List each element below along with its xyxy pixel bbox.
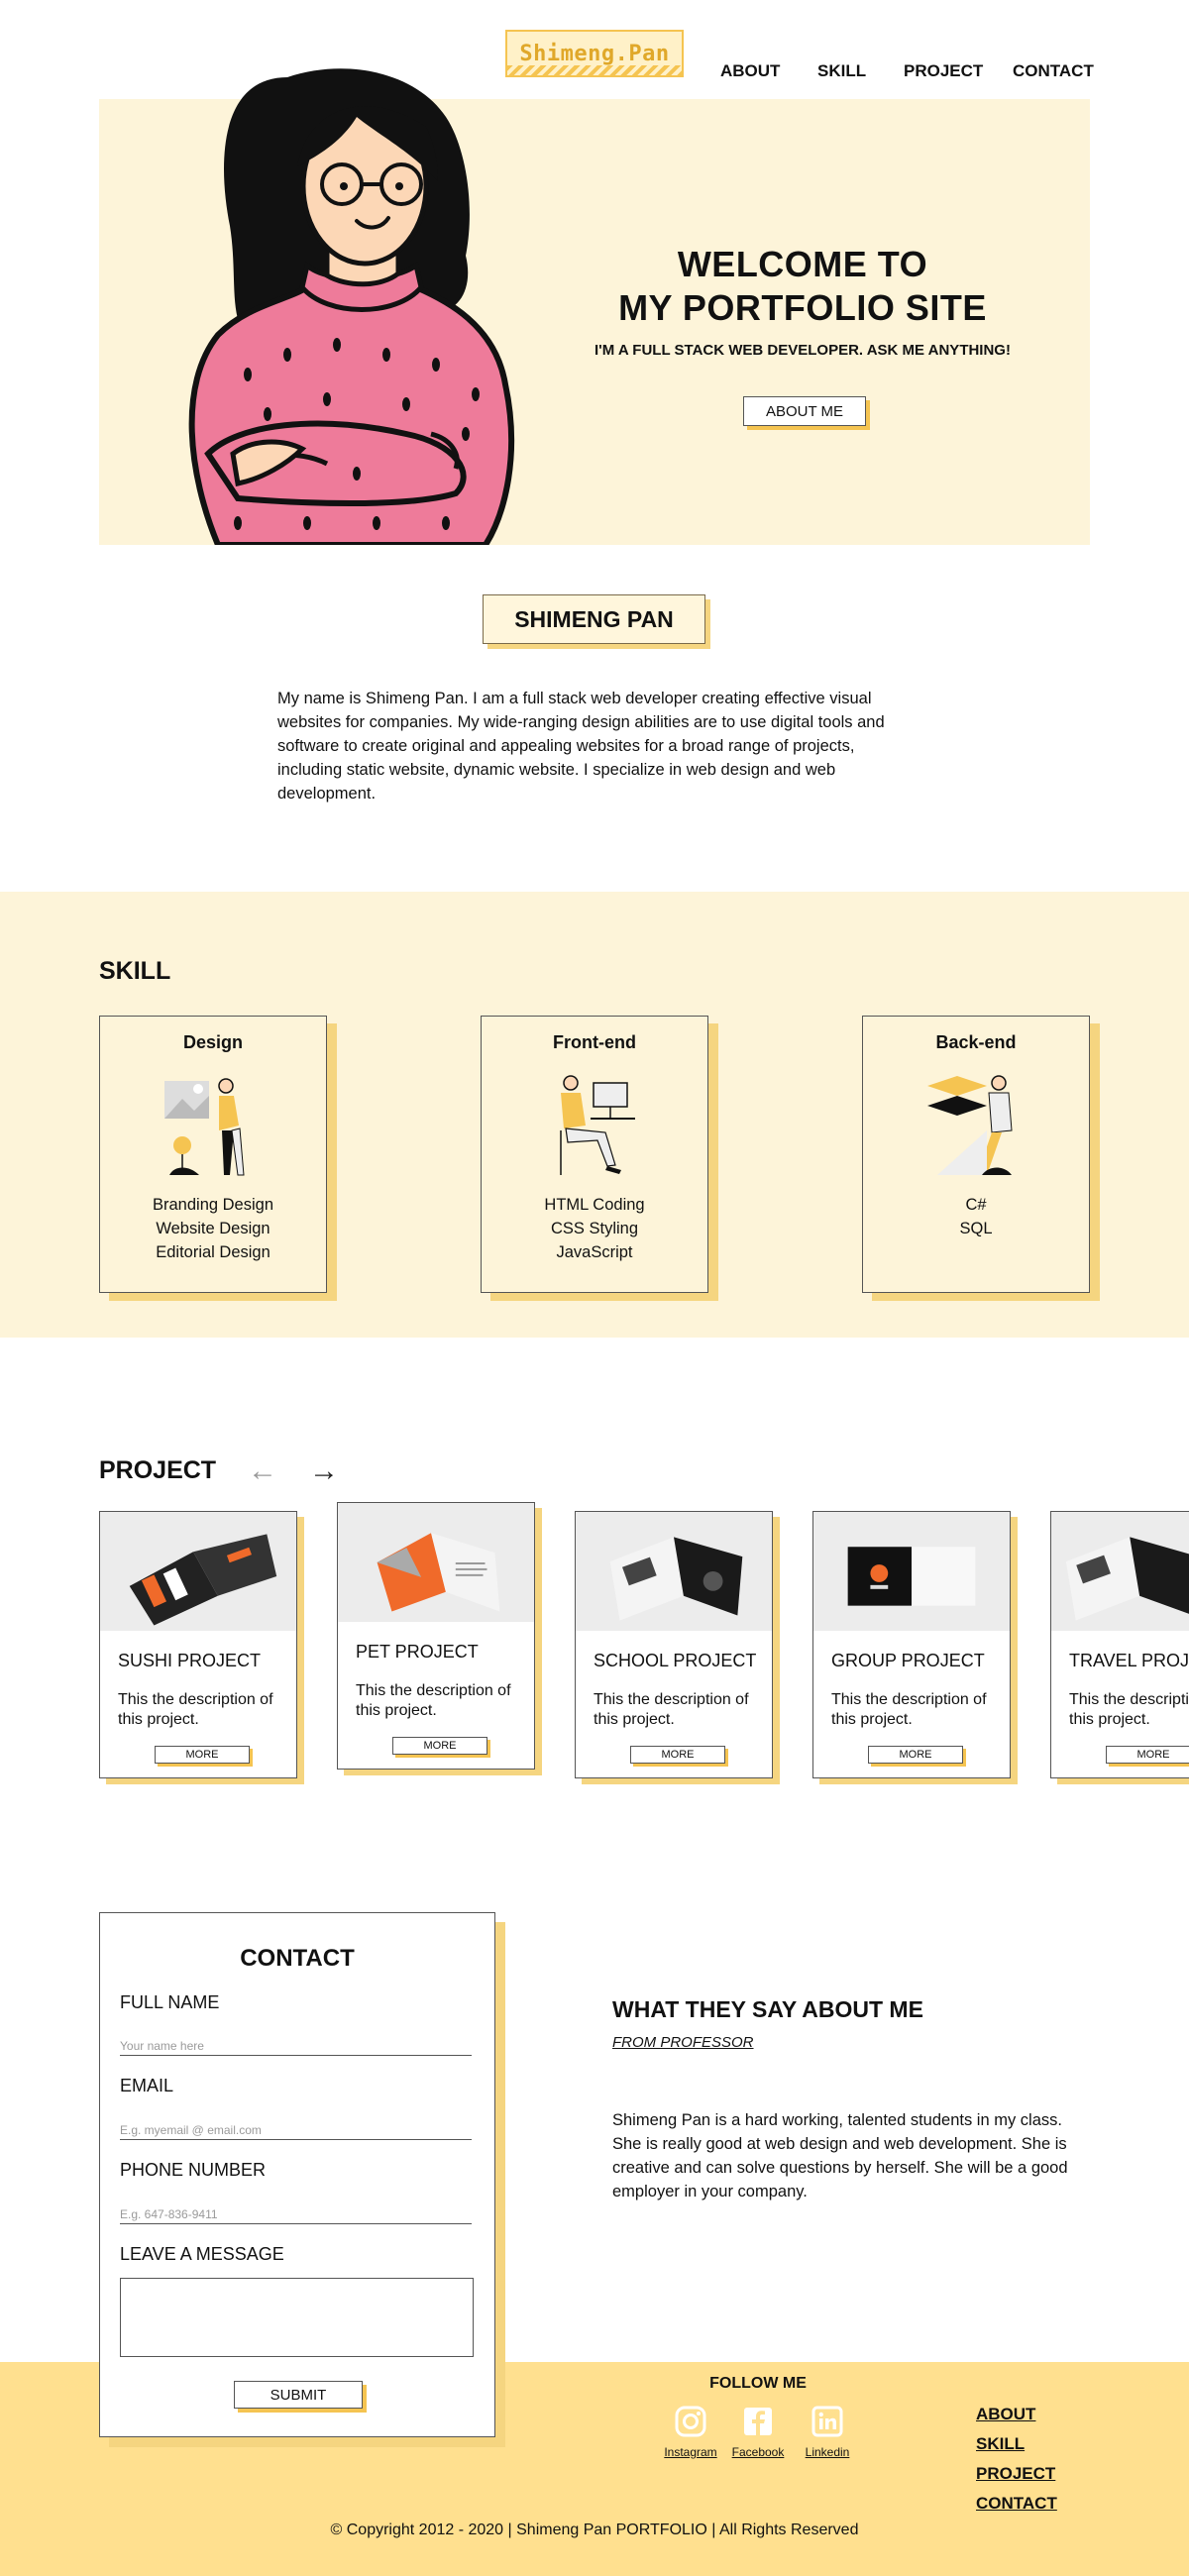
project-card-title: PET PROJECT [356, 1642, 479, 1662]
skill-item: Editorial Design [156, 1243, 270, 1261]
project-image [100, 1512, 296, 1631]
skill-item: CSS Styling [550, 1220, 639, 1237]
more-button[interactable]: MORE [630, 1746, 725, 1764]
more-button[interactable]: MORE [868, 1746, 963, 1764]
project-card-description: This the description of this project. [356, 1682, 511, 1719]
skill-items: HTML Coding CSS Styling JavaScript [482, 1193, 707, 1264]
follow-me-heading: FOLLOW ME [709, 2375, 807, 2392]
skill-card-design: Design Branding Design Website Design Ed… [99, 1016, 327, 1293]
hero-subtitle: I'M A FULL STACK WEB DEVELOPER. ASK ME A… [594, 342, 1011, 359]
social-instagram[interactable]: Instagram [656, 2405, 725, 2459]
project-card-group[interactable]: GROUP PROJECT This the description of th… [812, 1511, 1011, 1778]
skill-card-title: Back-end [935, 1032, 1017, 1052]
more-button[interactable]: MORE [392, 1737, 487, 1755]
skill-card-title: Design [182, 1032, 243, 1052]
skill-items: C# SQL [863, 1193, 1089, 1240]
footer-link-skill[interactable]: SKILL [976, 2434, 1025, 2454]
bio-paragraph: My name is Shimeng Pan. I am a full stac… [277, 690, 885, 803]
skill-card-frontend: Front-end HTML Coding CSS Styling JavaSc… [481, 1016, 708, 1293]
testimonial-title: WHAT THEY SAY ABOUT ME [612, 1996, 923, 2022]
testimonial-quote: Shimeng Pan is a hard working, talented … [612, 2111, 1068, 2200]
phone-label: PHONE NUMBER [120, 2160, 267, 2180]
social-label: Linkedin [805, 2445, 850, 2459]
name-heading: SHIMENG PAN [483, 594, 705, 644]
skill-title: SKILL [99, 957, 171, 985]
project-next-arrow-icon[interactable]: → [309, 1456, 339, 1486]
linkedin-icon [811, 2406, 843, 2437]
project-card-title: SUSHI PROJECT [118, 1651, 262, 1670]
message-field[interactable] [120, 2278, 474, 2357]
project-card-travel[interactable]: TRAVEL PROJECT This the description of t… [1050, 1511, 1189, 1778]
email-label: EMAIL [120, 2076, 174, 2095]
full-name-label: FULL NAME [120, 1992, 220, 2012]
project-card-description: This the description of this project. [594, 1691, 749, 1728]
project-card-title: SCHOOL PROJECT [594, 1651, 757, 1670]
more-button[interactable]: MORE [155, 1746, 250, 1764]
email-field[interactable] [120, 2114, 472, 2140]
footer-link-project[interactable]: PROJECT [976, 2464, 1055, 2484]
project-image [338, 1503, 534, 1622]
testimonial-source: FROM PROFESSOR [612, 2034, 754, 2051]
nav-project[interactable]: PROJECT [904, 61, 983, 81]
skill-item: JavaScript [556, 1243, 633, 1261]
project-image [1051, 1512, 1189, 1631]
design-illustration-icon [164, 1078, 245, 1176]
more-button[interactable]: MORE [1106, 1746, 1189, 1764]
skill-card-backend: Back-end C# SQL [862, 1016, 1090, 1293]
project-prev-arrow-icon[interactable]: ← [248, 1456, 277, 1486]
project-card-school[interactable]: SCHOOL PROJECT This the description of t… [575, 1511, 773, 1778]
instagram-icon [675, 2406, 706, 2437]
project-card-description: This the description of this project. [1069, 1691, 1189, 1728]
copyright-text: © Copyright 2012 - 2020 | Shimeng Pan PO… [330, 2522, 859, 2538]
frontend-illustration-icon [560, 1075, 635, 1175]
contact-form: CONTACT FULL NAME EMAIL PHONE NUMBER LEA… [99, 1912, 495, 2437]
about-me-button[interactable]: ABOUT ME [743, 396, 866, 426]
hero-title: WELCOME TO MY PORTFOLIO SITE [575, 243, 1030, 330]
skill-items: Branding Design Website Design Editorial… [100, 1193, 326, 1264]
hero-title-line-1: WELCOME TO [677, 244, 928, 284]
project-card-title: TRAVEL PROJECT [1069, 1651, 1189, 1670]
footer-link-about[interactable]: ABOUT [976, 2405, 1035, 2424]
footer-link-contact[interactable]: CONTACT [976, 2494, 1057, 2514]
project-image [813, 1512, 1010, 1631]
project-card-description: This the description of this project. [831, 1691, 987, 1728]
facebook-icon [744, 2408, 772, 2435]
phone-field[interactable] [120, 2199, 472, 2224]
project-card-description: This the description of this project. [118, 1691, 273, 1728]
contact-title: CONTACT [240, 1945, 355, 1972]
social-label: Facebook [731, 2445, 785, 2459]
social-label: Instagram [664, 2445, 717, 2459]
message-label: LEAVE A MESSAGE [120, 2244, 284, 2264]
project-title: PROJECT [99, 1456, 217, 1484]
social-facebook[interactable]: Facebook [723, 2405, 793, 2459]
nav-contact[interactable]: CONTACT [1013, 61, 1094, 81]
skill-card-title: Front-end [553, 1032, 636, 1052]
project-card-sushi[interactable]: SUSHI PROJECT This the description of th… [99, 1511, 297, 1778]
skill-item: HTML Coding [544, 1196, 645, 1214]
nav-skill[interactable]: SKILL [817, 61, 866, 81]
skill-item: Website Design [156, 1220, 270, 1237]
portrait-illustration [188, 68, 515, 545]
backend-illustration-icon [927, 1075, 1013, 1175]
skill-item: SQL [959, 1220, 993, 1237]
submit-button[interactable]: SUBMIT [234, 2381, 363, 2409]
nav-about[interactable]: ABOUT [720, 61, 780, 81]
project-card-title: GROUP PROJECT [831, 1651, 985, 1670]
project-image [576, 1512, 772, 1631]
social-linkedin[interactable]: Linkedin [793, 2405, 862, 2459]
project-card-pet[interactable]: PET PROJECT This the description of this… [337, 1502, 535, 1770]
full-name-field[interactable] [120, 2030, 472, 2056]
skill-item: Branding Design [153, 1196, 273, 1214]
hero-title-line-2: MY PORTFOLIO SITE [618, 287, 987, 328]
skill-item: C# [965, 1196, 987, 1214]
